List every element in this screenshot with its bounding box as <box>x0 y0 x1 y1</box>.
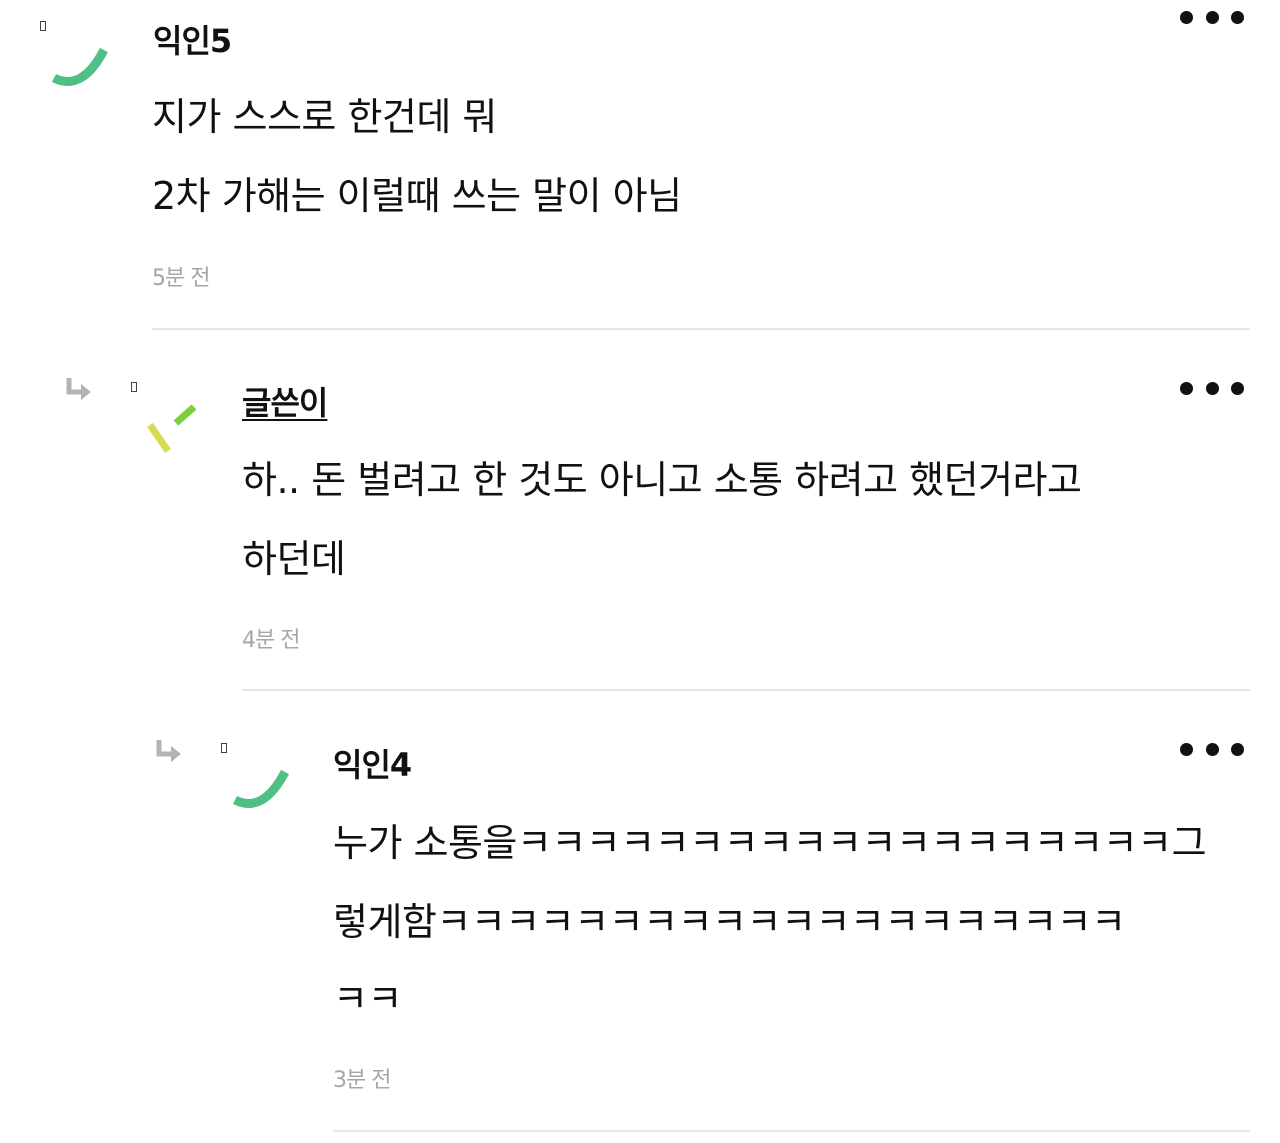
comment-author[interactable]: 익인5 <box>153 16 232 62</box>
more-options-button[interactable] <box>1180 7 1244 27</box>
comment-text-line: ㅋㅋ <box>333 977 402 1021</box>
yellow-green-slash-avatar-icon <box>147 404 197 453</box>
avatar-frame-icon <box>131 382 137 392</box>
green-arc-avatar-icon <box>51 47 108 86</box>
comment-divider <box>242 689 1250 691</box>
comment-author[interactable]: 글쓴이 <box>242 378 328 424</box>
reply-arrow-icon <box>156 740 181 762</box>
comment-text-line: 하던데 <box>242 537 346 581</box>
comment-timestamp: 3분 전 <box>333 1068 391 1093</box>
comment-text-line: 지가 스스로 한건데 뭐 <box>152 95 497 139</box>
avatar-frame-icon <box>221 743 227 753</box>
more-options-button[interactable] <box>1180 378 1244 398</box>
avatar-frame-icon <box>40 21 46 31</box>
comment-divider <box>333 1130 1250 1132</box>
comment-text-line: 2차 가해는 이럴때 쓰는 말이 아님 <box>152 174 682 218</box>
more-options-icon <box>1180 381 1193 395</box>
green-arc-avatar-icon <box>232 769 289 808</box>
more-options-icon <box>1180 742 1193 756</box>
more-options-button[interactable] <box>1180 739 1244 759</box>
comment-text-line: 하.. 돈 벌려고 한 것도 아니고 소통 하려고 했던거라고 <box>242 458 1082 502</box>
more-options-icon <box>1180 10 1193 24</box>
comment-text-line: 누가 소통을ㅋㅋㅋㅋㅋㅋㅋㅋㅋㅋㅋㅋㅋㅋㅋㅋㅋㅋㅋ그 <box>333 821 1207 865</box>
reply-arrow-icon <box>66 378 91 400</box>
comment-author[interactable]: 익인4 <box>333 740 412 786</box>
comment-timestamp: 5분 전 <box>152 266 210 291</box>
comment-divider <box>152 328 1250 330</box>
comment-timestamp: 4분 전 <box>242 628 300 653</box>
comment-text-line: 렇게함ㅋㅋㅋㅋㅋㅋㅋㅋㅋㅋㅋㅋㅋㅋㅋㅋㅋㅋㅋㅋ <box>333 900 1126 944</box>
